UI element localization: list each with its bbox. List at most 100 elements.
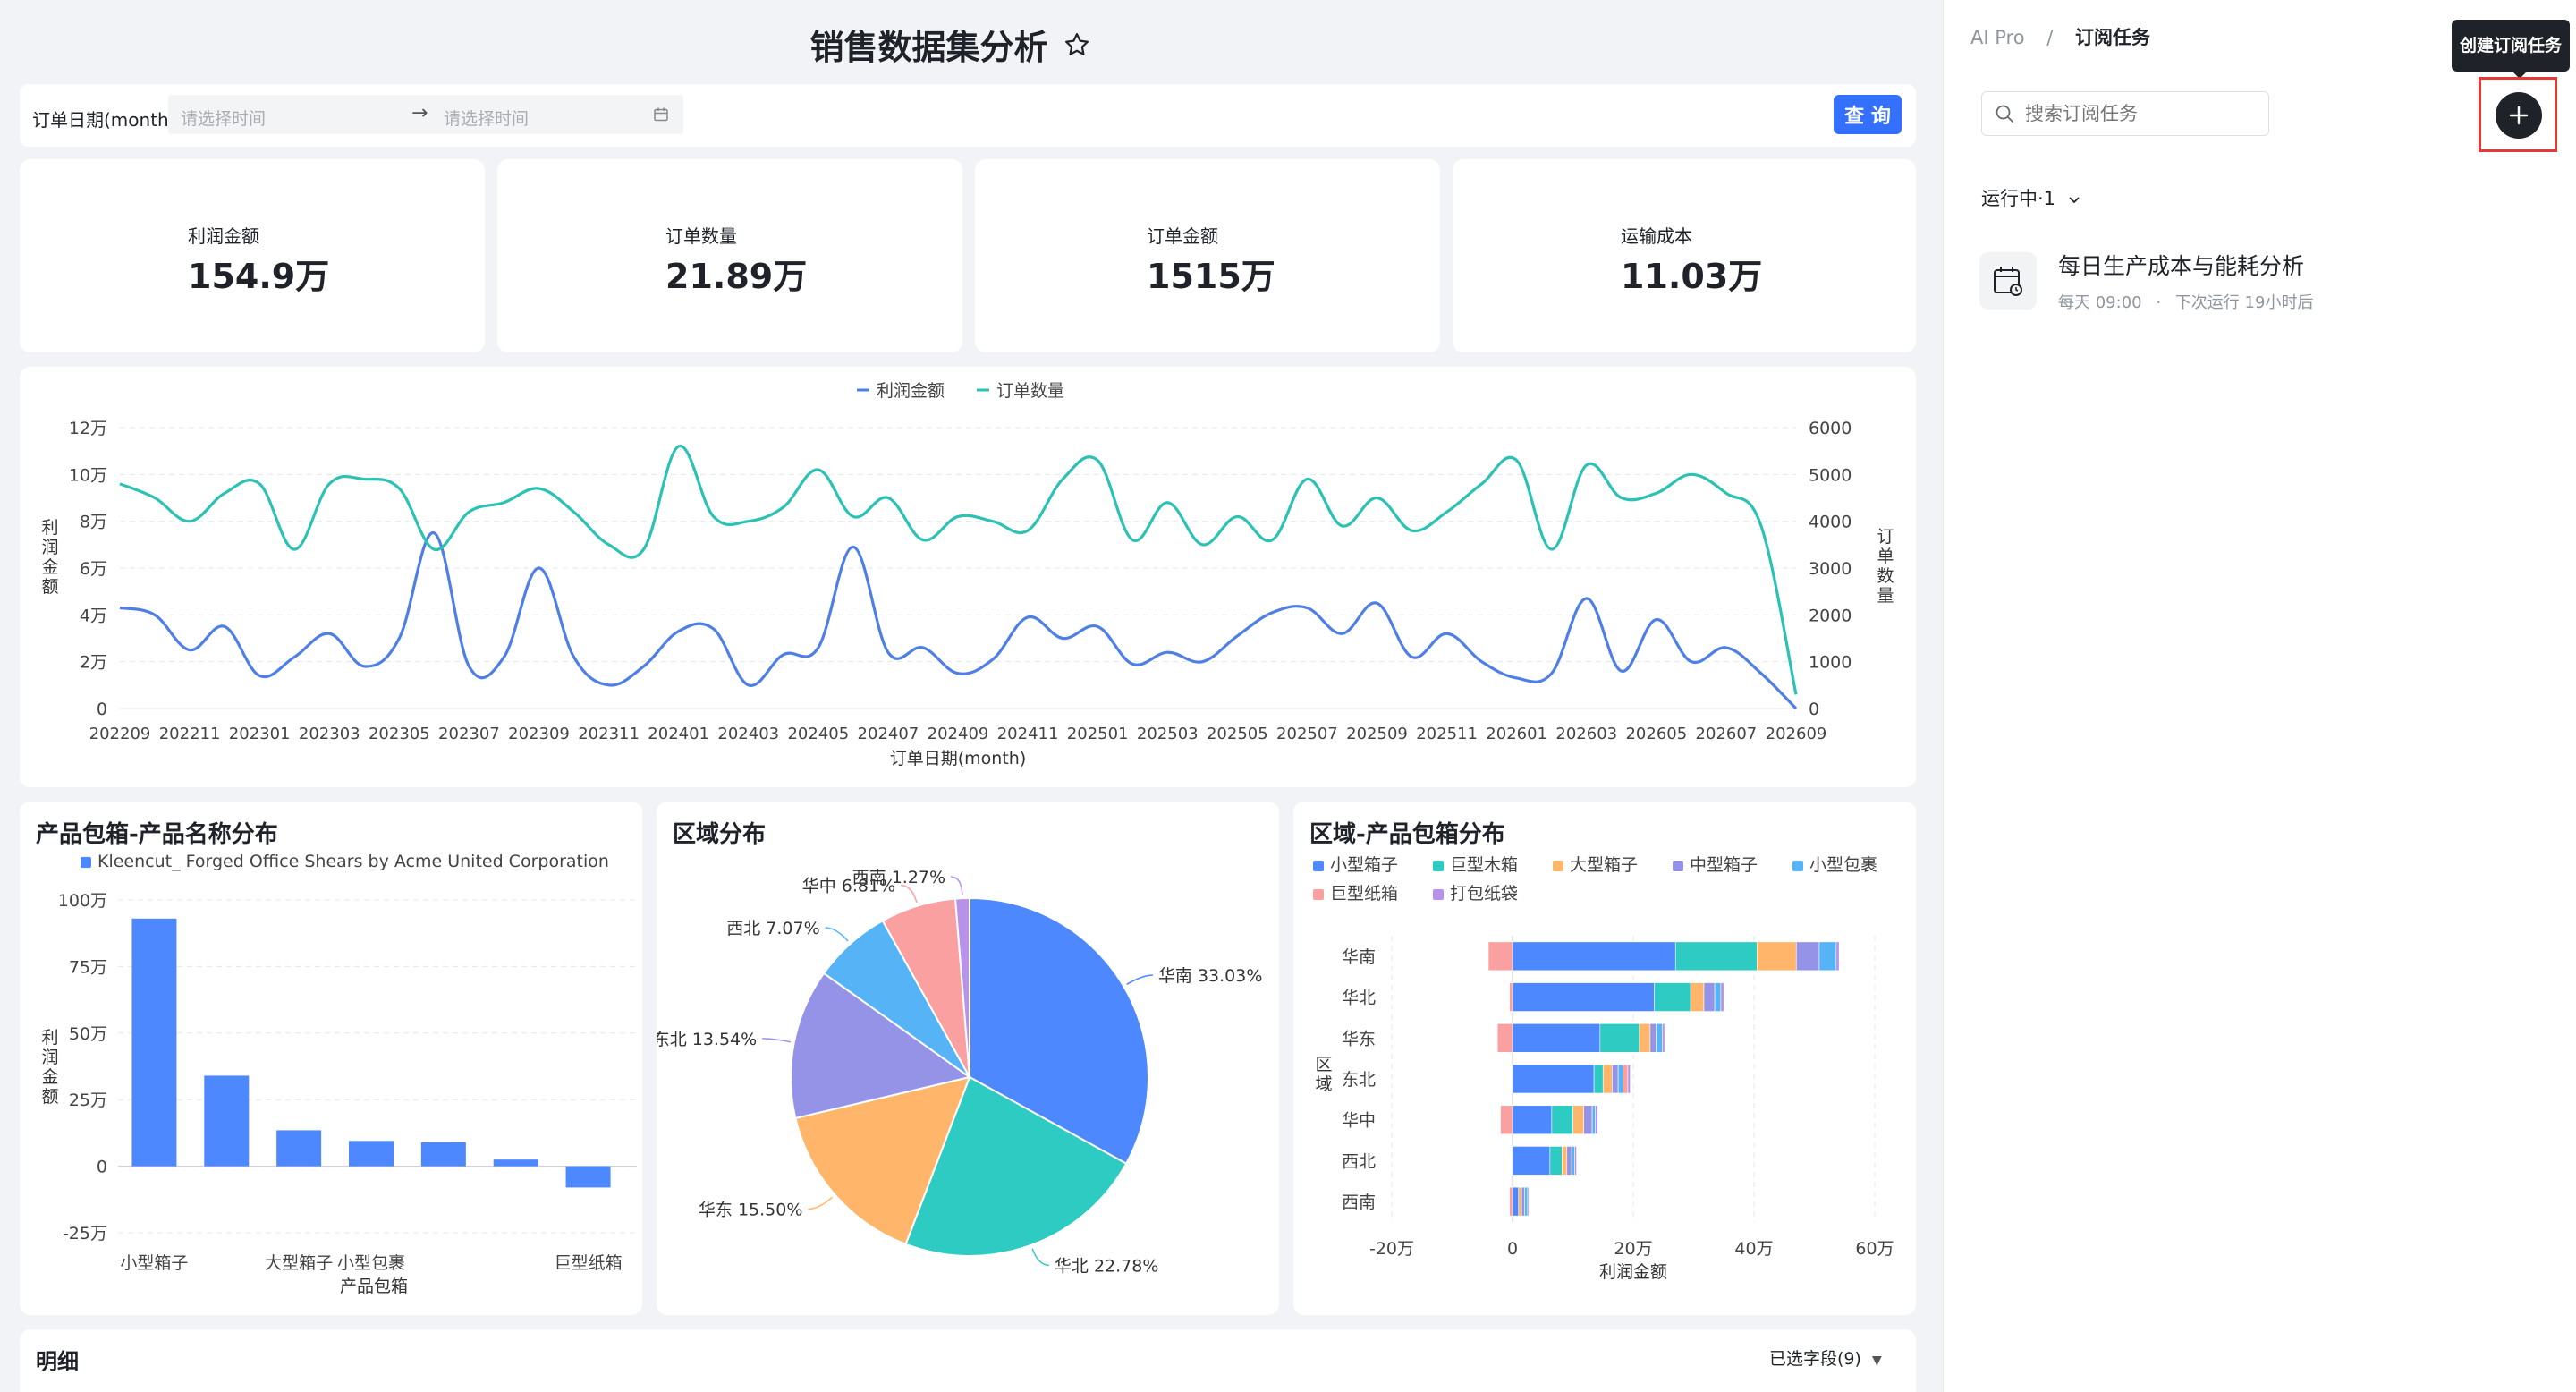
- stack-seg-西南-小型包裹[interactable]: [1524, 1186, 1529, 1217]
- stack-seg-华东-巨型纸箱[interactable]: [1496, 1023, 1513, 1053]
- stack-seg-华南-小型箱子[interactable]: [1512, 941, 1676, 972]
- stack-seg-华南-小型包裹[interactable]: [1818, 941, 1837, 972]
- stack-seg-东北-小型箱子[interactable]: [1512, 1064, 1595, 1094]
- stack-seg-西北-小型包裹[interactable]: [1571, 1146, 1575, 1176]
- stack-seg-东北-小型包裹[interactable]: [1617, 1064, 1623, 1094]
- legend-item-order-count[interactable]: 订单数量: [977, 381, 1064, 401]
- stack-seg-华中-巨型纸箱[interactable]: [1500, 1105, 1513, 1135]
- legend-item[interactable]: 大型箱子: [1553, 852, 1638, 876]
- y2-tick-label: 5000: [1809, 465, 1852, 485]
- stack-seg-东北-巨型纸箱[interactable]: [1623, 1064, 1629, 1094]
- bar-小型箱子[interactable]: [131, 918, 177, 1167]
- x-tick-label: 202305: [369, 725, 430, 743]
- stack-seg-东北-巨型木箱[interactable]: [1593, 1064, 1604, 1094]
- profit-series-line[interactable]: [119, 531, 1798, 710]
- task-next-run: 下次运行 19小时后: [2174, 293, 2314, 312]
- task-item[interactable]: 每日生产成本与能耗分析 每天 09:00 · 下次运行 19小时后: [1979, 243, 2552, 326]
- group-toggle[interactable]: 运行中·1: [1981, 184, 2081, 211]
- stack-seg-西北-小型箱子[interactable]: [1512, 1146, 1551, 1176]
- bar-巨型纸箱[interactable]: [565, 1166, 611, 1188]
- star-icon[interactable]: [1063, 31, 1090, 58]
- bar-小型包裹[interactable]: [349, 1141, 394, 1167]
- stack-seg-东北-打包纸袋[interactable]: [1627, 1064, 1631, 1094]
- create-subscription-button[interactable]: [2496, 92, 2542, 139]
- legend-item[interactable]: 巨型木箱: [1433, 852, 1518, 876]
- bar-中型箱子[interactable]: [204, 1075, 250, 1167]
- stack-seg-西南-大型箱子[interactable]: [1518, 1186, 1522, 1217]
- legend-item[interactable]: 小型箱子: [1313, 852, 1398, 876]
- stack-seg-华南-中型箱子[interactable]: [1795, 941, 1820, 972]
- stack-seg-华北-大型箱子[interactable]: [1690, 982, 1705, 1012]
- stack-seg-西南-小型箱子[interactable]: [1512, 1186, 1520, 1217]
- calendar-schedule-icon: [1994, 267, 2022, 296]
- legend-item-profit[interactable]: 利润金额: [857, 381, 945, 401]
- stack-seg-西南-中型箱子[interactable]: [1521, 1186, 1525, 1217]
- stack-seg-西北-大型箱子[interactable]: [1562, 1146, 1568, 1176]
- stack-seg-华北-中型箱子[interactable]: [1703, 982, 1716, 1012]
- bar-打包纸袋[interactable]: [420, 1142, 466, 1167]
- stack-seg-华东-中型箱子[interactable]: [1649, 1023, 1657, 1053]
- stack-seg-东北-中型箱子[interactable]: [1612, 1064, 1619, 1094]
- stack-seg-华东-小型箱子[interactable]: [1512, 1023, 1601, 1053]
- stack-seg-华东-巨型木箱[interactable]: [1599, 1023, 1640, 1053]
- legend-item[interactable]: 打包纸袋: [1433, 880, 1518, 904]
- y-tick-label: 10万: [69, 465, 107, 485]
- pie-leader-line: [901, 884, 918, 903]
- stack-seg-西北-巨型木箱[interactable]: [1549, 1146, 1563, 1176]
- x-tick-label: 202503: [1137, 725, 1199, 743]
- bar-巨型木箱[interactable]: [493, 1159, 538, 1167]
- stack-seg-华北-打包纸袋[interactable]: [1720, 982, 1724, 1012]
- kpi-value: 1515万: [1147, 257, 1275, 296]
- stack-seg-华北-巨型木箱[interactable]: [1654, 982, 1691, 1012]
- stack-seg-华东-打包纸袋[interactable]: [1662, 1023, 1665, 1053]
- stack-seg-华中-巨型木箱[interactable]: [1551, 1105, 1573, 1135]
- stack-seg-华中-打包纸袋[interactable]: [1595, 1105, 1598, 1135]
- stack-seg-西北-中型箱子[interactable]: [1566, 1146, 1572, 1176]
- stack-seg-东北-大型箱子[interactable]: [1602, 1064, 1613, 1094]
- date-range-picker[interactable]: 请选择时间 → 请选择时间: [168, 95, 683, 134]
- stack-seg-华东-大型箱子[interactable]: [1639, 1023, 1651, 1053]
- order-count-series-line[interactable]: [119, 445, 1798, 695]
- stack-seg-西北-打包纸袋[interactable]: [1574, 1146, 1577, 1176]
- search-box[interactable]: [1981, 91, 2269, 136]
- stack-seg-华中-小型箱子[interactable]: [1512, 1105, 1553, 1135]
- selected-fields-dropdown[interactable]: 已选字段(9) ▼: [1769, 1345, 1882, 1370]
- pie-leader-line: [951, 876, 963, 895]
- x-tick-label: 202307: [438, 725, 500, 743]
- stack-seg-西南-打包纸袋[interactable]: [1527, 1186, 1530, 1217]
- bar-chart-legend[interactable]: Kleencut_ Forged Office Shears by Acme U…: [80, 852, 609, 871]
- filter-label: 订单日期(month): [32, 109, 176, 131]
- kpi-value: 11.03万: [1621, 257, 1763, 296]
- stack-seg-华南-巨型纸箱[interactable]: [1487, 941, 1513, 972]
- start-date-input[interactable]: 请选择时间: [181, 106, 266, 130]
- stack-seg-华东-小型包裹[interactable]: [1656, 1023, 1663, 1053]
- breadcrumb-root[interactable]: AI Pro: [1970, 27, 2025, 48]
- legend-item[interactable]: 中型箱子: [1673, 852, 1758, 876]
- stack-seg-华中-小型包裹[interactable]: [1591, 1105, 1596, 1135]
- kpi-label: 利润金额: [188, 225, 259, 247]
- kpi-value: 21.89万: [665, 257, 808, 296]
- stack-seg-华北-巨型纸箱[interactable]: [1509, 982, 1513, 1012]
- stack-seg-华南-巨型木箱[interactable]: [1674, 941, 1758, 972]
- query-button[interactable]: 查 询: [1834, 95, 1902, 134]
- legend-label: 利润金额: [877, 381, 945, 401]
- y2-tick-label: 6000: [1809, 419, 1852, 438]
- y-tick-label: 50万: [69, 1024, 107, 1044]
- kpi-label: 订单数量: [665, 225, 737, 247]
- end-date-input[interactable]: 请选择时间: [444, 106, 529, 130]
- stack-seg-华南-打包纸袋[interactable]: [1835, 941, 1840, 972]
- stack-seg-华北-小型箱子[interactable]: [1512, 982, 1655, 1012]
- stack-seg-西南-巨型纸箱[interactable]: [1509, 1186, 1513, 1217]
- stack-seg-华北-小型包裹[interactable]: [1714, 982, 1722, 1012]
- legend-swatch: [1433, 888, 1444, 900]
- stack-seg-华中-大型箱子[interactable]: [1572, 1105, 1584, 1135]
- legend-item[interactable]: 小型包裹: [1792, 852, 1877, 876]
- legend-label: 打包纸袋: [1450, 884, 1519, 904]
- legend-item[interactable]: 巨型纸箱: [1313, 880, 1398, 904]
- stack-seg-华南-大型箱子[interactable]: [1757, 941, 1797, 972]
- kpi-card-order-amount: 订单金额 1515万: [975, 159, 1440, 352]
- search-input[interactable]: [2025, 99, 2258, 128]
- bar-大型箱子[interactable]: [276, 1130, 322, 1167]
- x-tick-label: 202309: [508, 725, 570, 743]
- stack-seg-华中-中型箱子[interactable]: [1583, 1105, 1593, 1135]
